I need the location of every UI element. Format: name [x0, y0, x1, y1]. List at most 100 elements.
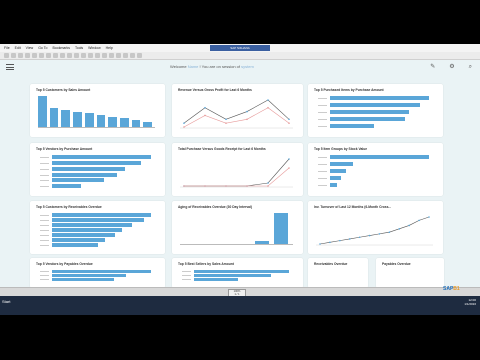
chart-bar[interactable] — [194, 278, 239, 281]
toolbar-button[interactable] — [74, 53, 79, 58]
menu-item-edit[interactable]: Edit — [15, 46, 21, 50]
menu-item-file[interactable]: File — [4, 46, 10, 50]
dashboard-card[interactable]: Payables Overdue — [376, 258, 444, 288]
chart-bar[interactable] — [52, 172, 117, 177]
chart-bar[interactable] — [52, 218, 144, 222]
chart-bar[interactable] — [52, 233, 115, 237]
chart-bar[interactable] — [52, 213, 151, 217]
toolbar-button[interactable] — [88, 53, 93, 58]
chart-bar[interactable] — [108, 116, 117, 127]
chart-point — [339, 239, 341, 242]
toolbar-button[interactable] — [60, 53, 65, 58]
toolbar-button[interactable] — [109, 53, 114, 58]
menu-item-goto[interactable]: Go To — [38, 46, 47, 50]
toolbar-button[interactable] — [4, 53, 9, 58]
edit-icon[interactable]: ✎ — [430, 63, 435, 71]
toolbar-button[interactable] — [130, 53, 135, 58]
chart-bar[interactable] — [330, 183, 337, 187]
chart-bar[interactable] — [52, 270, 151, 273]
chart-bar[interactable] — [52, 223, 132, 227]
chart-bar[interactable] — [52, 274, 127, 277]
dashboard-card[interactable]: Receivables Overdue — [308, 258, 368, 288]
menu-icon[interactable] — [6, 64, 14, 70]
chart-bar[interactable] — [330, 110, 410, 114]
menu-item-window[interactable]: Window — [88, 46, 100, 50]
dashboard-card[interactable]: Inv. Turnover of Last 12 Months (6-Month… — [308, 201, 443, 254]
chart-bar[interactable] — [52, 278, 114, 281]
category-marker — [40, 214, 49, 216]
chart-bar[interactable] — [330, 176, 342, 180]
chart-point — [204, 185, 206, 187]
chart-bar[interactable] — [52, 166, 125, 171]
chart-point — [225, 122, 227, 124]
toolbar-button[interactable] — [53, 53, 58, 58]
toolbar-button[interactable] — [39, 53, 44, 58]
chart-bar[interactable] — [49, 108, 59, 127]
dashboard-card[interactable]: Top 5 Customers by Sales Amount — [30, 84, 165, 137]
toolbar-button[interactable] — [25, 53, 30, 58]
menu-item-tools[interactable]: Tools — [75, 46, 83, 50]
toolbar-button[interactable] — [18, 53, 23, 58]
menu-item-help[interactable]: Help — [106, 46, 113, 50]
toolbar-button[interactable] — [46, 53, 51, 58]
chart-bar[interactable] — [330, 162, 353, 166]
dashboard-card[interactable]: Total Purchase Versus Goods Receipt for … — [172, 143, 303, 196]
category-marker — [318, 185, 327, 186]
dashboard-card[interactable]: Revenue Versus Gross Profit for Last 6 M… — [172, 84, 303, 137]
dashboard-card[interactable]: Top 5 Vendors by Purchase Amount — [30, 143, 165, 196]
category-marker — [40, 239, 49, 241]
dashboard-card[interactable]: Top 5 Best Sellers by Sales Amount — [172, 258, 303, 288]
toolbar-button[interactable] — [102, 53, 107, 58]
chart-point — [267, 185, 269, 187]
chart-bar[interactable] — [274, 213, 289, 244]
chart-bar[interactable] — [52, 160, 141, 165]
chart-bar[interactable] — [330, 117, 405, 121]
chart-point — [288, 122, 290, 124]
chart-bar[interactable] — [38, 96, 47, 127]
chart-bar[interactable] — [84, 113, 94, 127]
chart-bar[interactable] — [194, 274, 272, 277]
chart-bar[interactable] — [52, 228, 123, 232]
menu-item-bookmarks[interactable]: Bookmarks — [52, 46, 70, 50]
dashboard-card[interactable]: Top 5 Purchased Items by Purchase Amount — [308, 84, 443, 137]
toolbar-button[interactable] — [81, 53, 86, 58]
toolbar-button[interactable] — [116, 53, 121, 58]
chart-bar[interactable] — [52, 238, 106, 242]
clock: 12:00 1/1/2016 — [464, 298, 476, 306]
menu-item-view[interactable]: View — [26, 46, 34, 50]
dashboard-card[interactable]: Top 5 Vendors by Payables Overdue — [30, 258, 165, 288]
chart-point — [358, 236, 361, 239]
chart-point — [183, 122, 185, 124]
chart-bar[interactable] — [52, 184, 82, 189]
category-marker — [40, 219, 49, 221]
chart-bar[interactable] — [96, 114, 106, 127]
chart-bar[interactable] — [330, 96, 429, 100]
toolbar-button[interactable] — [32, 53, 37, 58]
welcome-message: Welcome Name ! You are on session of sys… — [170, 64, 254, 69]
search-icon[interactable]: ⌕ — [469, 63, 472, 71]
chart-bar[interactable] — [330, 103, 421, 107]
chart-bar[interactable] — [52, 243, 98, 247]
settings-icon[interactable]: ⚙ — [449, 63, 454, 71]
chart-bar[interactable] — [61, 109, 71, 127]
line-chart — [180, 158, 293, 188]
chart-bar[interactable] — [330, 169, 346, 173]
chart-bar[interactable] — [330, 155, 429, 159]
dashboard-card[interactable]: Top 5 Customers by Receivables Overdue — [30, 201, 165, 254]
toolbar-button[interactable] — [95, 53, 100, 58]
dashboard-card[interactable]: Aging of Receivables Overdue (30 Day Int… — [172, 201, 303, 254]
toolbar-button[interactable] — [67, 53, 72, 58]
start-button[interactable]: Start — [2, 299, 10, 304]
chart-bar[interactable] — [73, 111, 82, 127]
dashboard-card[interactable]: Top 5 Item Groups by Stock Value — [308, 143, 443, 196]
toolbar-button[interactable] — [123, 53, 128, 58]
toolbar-button[interactable] — [137, 53, 142, 58]
chart-point — [329, 241, 331, 244]
chart-bar[interactable] — [330, 124, 374, 128]
chart-bar[interactable] — [52, 178, 105, 183]
chart-bar[interactable] — [131, 120, 141, 127]
chart-bar[interactable] — [52, 155, 151, 159]
chart-bar[interactable] — [194, 270, 289, 273]
chart-bar[interactable] — [119, 118, 129, 127]
toolbar-button[interactable] — [11, 53, 16, 58]
